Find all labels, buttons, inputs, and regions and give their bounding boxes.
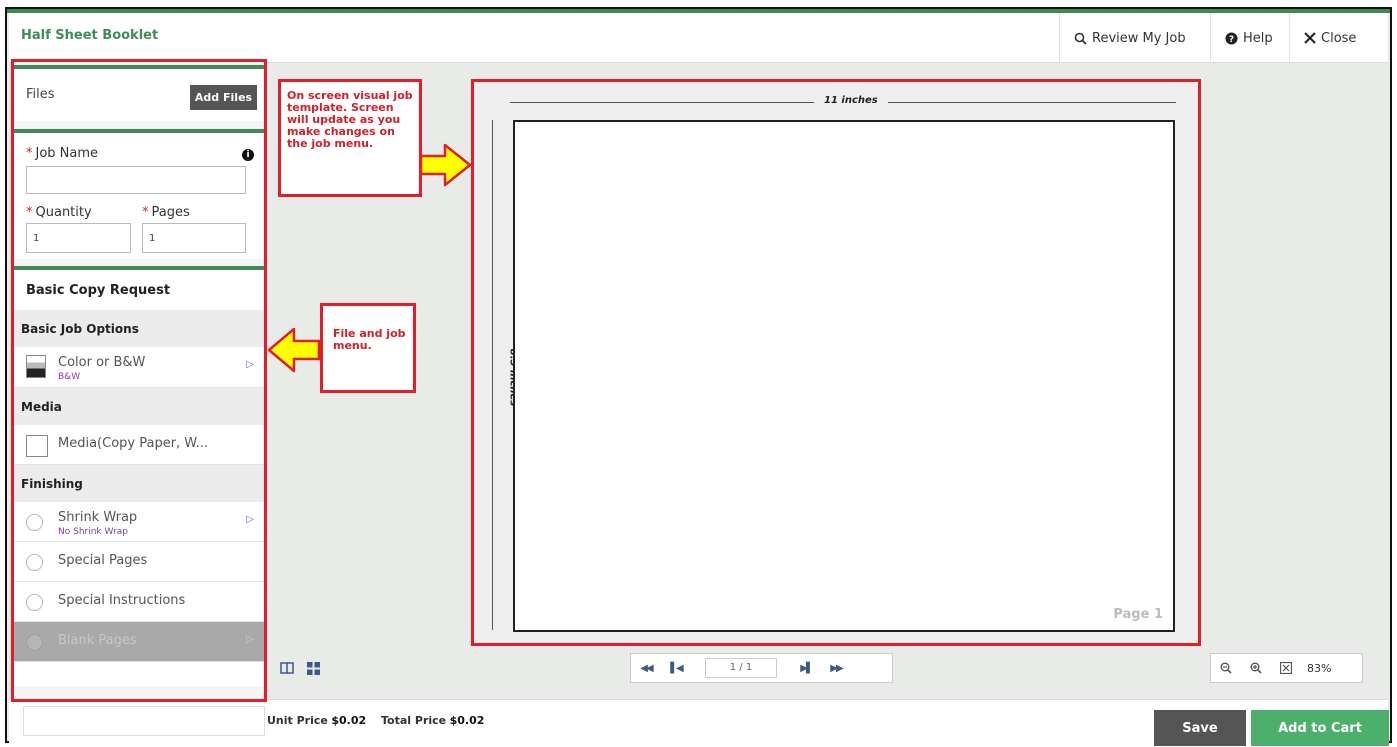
color-swatch-icon — [26, 355, 46, 378]
files-label: Files — [26, 87, 55, 102]
special-instructions-name: Special Instructions — [58, 593, 186, 608]
special-instructions-option[interactable]: Special Instructions — [14, 582, 264, 622]
last-page-icon[interactable]: ▶▶ — [821, 663, 851, 674]
page-navigator: ◀◀ ▌◀ 1 / 1 ▶▌ ▶▶ — [630, 653, 893, 683]
job-name-input[interactable] — [26, 166, 246, 194]
page-number-input[interactable]: 1 / 1 — [705, 658, 777, 678]
total-price: Total Price $0.02 — [381, 714, 484, 727]
menu-annotation: File and job menu. — [320, 303, 416, 393]
blank-pages-option: Blank Pages ▷ — [14, 622, 264, 662]
close-label: Close — [1321, 30, 1357, 46]
total-price-value: $0.02 — [449, 714, 485, 727]
height-dimension-line — [492, 120, 493, 630]
job-details-card: * Job Name i * Quantity 1 * Pages 1 — [14, 129, 264, 259]
pages-label: * Pages — [142, 205, 190, 220]
shrink-wrap-option[interactable]: Shrink Wrap No Shrink Wrap ▷ — [14, 502, 264, 542]
shrink-wrap-value: No Shrink Wrap — [58, 527, 128, 537]
special-pages-option[interactable]: Special Pages — [14, 542, 264, 582]
basic-options-heading: Basic Job Options — [14, 310, 264, 347]
review-my-job-button[interactable]: Review My Job — [1059, 13, 1209, 63]
radio-button[interactable] — [26, 514, 43, 531]
job-name-label: * Job Name — [26, 146, 98, 161]
required-marker: * — [26, 146, 33, 161]
page-number-label: Page 1 — [1113, 607, 1163, 622]
arrow-left-annotation-icon — [267, 327, 321, 373]
zoom-level: 83% — [1307, 661, 1332, 675]
media-option[interactable]: Media(Copy Paper, W... — [14, 425, 264, 465]
single-page-view-button[interactable] — [276, 657, 298, 679]
pages-input[interactable]: 1 — [142, 223, 246, 253]
radio-button — [26, 634, 43, 651]
chevron-right-icon: ▷ — [246, 634, 254, 645]
blank-pages-name: Blank Pages — [58, 633, 137, 648]
job-template-preview: 11 inches 8.5 inches Page 1 — [471, 79, 1201, 646]
unit-price-label: Unit Price — [267, 714, 328, 727]
fit-to-screen-icon[interactable] — [1271, 662, 1301, 674]
media-swatch-icon — [26, 435, 48, 457]
total-price-label: Total Price — [381, 714, 447, 727]
help-button[interactable]: ? Help — [1210, 13, 1288, 63]
grid-icon — [306, 661, 320, 675]
options-title: Basic Copy Request — [14, 270, 264, 310]
next-page-icon[interactable]: ▶▌ — [791, 663, 821, 674]
color-option-name: Color or B&W — [58, 355, 146, 370]
job-options-card: Basic Copy Request Basic Job Options Col… — [14, 266, 264, 686]
radio-button[interactable] — [26, 594, 43, 611]
previous-page-icon[interactable]: ▌◀ — [661, 663, 691, 674]
template-annotation: On screen visual job template. Screen wi… — [278, 79, 422, 197]
zoom-out-icon[interactable] — [1211, 662, 1241, 674]
grid-view-button[interactable] — [302, 657, 324, 679]
chevron-right-icon: ▷ — [246, 359, 254, 370]
zoom-in-icon[interactable] — [1241, 662, 1271, 674]
add-to-cart-button[interactable]: Add to Cart — [1251, 710, 1389, 746]
footer-sidebar-area — [23, 706, 265, 736]
finishing-heading: Finishing — [14, 465, 264, 502]
zoom-controls: 83% — [1210, 653, 1363, 683]
job-menu-sidebar: Files Add Files * Job Name i * Quantity 1 … — [11, 59, 267, 702]
chevron-right-icon: ▷ — [246, 514, 254, 525]
page-title: Half Sheet Booklet — [21, 28, 159, 43]
shrink-wrap-name: Shrink Wrap — [58, 510, 138, 525]
color-option-value: B&W — [58, 372, 81, 382]
add-files-button[interactable]: Add Files — [190, 85, 257, 110]
unit-price-value: $0.02 — [331, 714, 367, 727]
radio-button[interactable] — [26, 554, 43, 571]
quantity-input[interactable]: 1 — [26, 223, 131, 253]
quantity-label-text: Quantity — [35, 205, 92, 220]
special-pages-name: Special Pages — [58, 553, 148, 568]
unit-price: Unit Price $0.02 — [267, 714, 366, 727]
pages-label-text: Pages — [151, 205, 190, 220]
review-my-job-label: Review My Job — [1092, 30, 1186, 46]
width-dimension-label: 11 inches — [814, 95, 888, 106]
files-card: Files Add Files — [14, 65, 264, 121]
page-preview[interactable]: Page 1 — [513, 120, 1175, 632]
info-icon[interactable]: i — [242, 149, 254, 161]
footer-bar: Unit Price $0.02 Total Price $0.02 Save … — [9, 699, 1389, 746]
arrow-right-annotation-icon — [419, 143, 472, 187]
header-bar: Half Sheet Booklet Review My Job ? Help … — [9, 13, 1388, 63]
job-name-label-text: Job Name — [35, 146, 99, 161]
question-circle-icon: ? — [1225, 32, 1238, 45]
required-marker: * — [142, 205, 149, 220]
search-icon — [1074, 32, 1087, 45]
close-button[interactable]: Close — [1289, 13, 1392, 63]
book-view-icon — [280, 662, 294, 674]
required-marker: * — [26, 205, 33, 220]
quantity-label: * Quantity — [26, 205, 92, 220]
media-heading: Media — [14, 388, 264, 425]
svg-text:?: ? — [1229, 35, 1234, 45]
media-option-name: Media(Copy Paper, W... — [58, 436, 209, 451]
first-page-icon[interactable]: ◀◀ — [631, 663, 661, 674]
help-label: Help — [1243, 30, 1273, 46]
save-button[interactable]: Save — [1154, 710, 1246, 746]
close-icon — [1304, 32, 1316, 44]
color-option[interactable]: Color or B&W B&W ▷ — [14, 347, 264, 388]
